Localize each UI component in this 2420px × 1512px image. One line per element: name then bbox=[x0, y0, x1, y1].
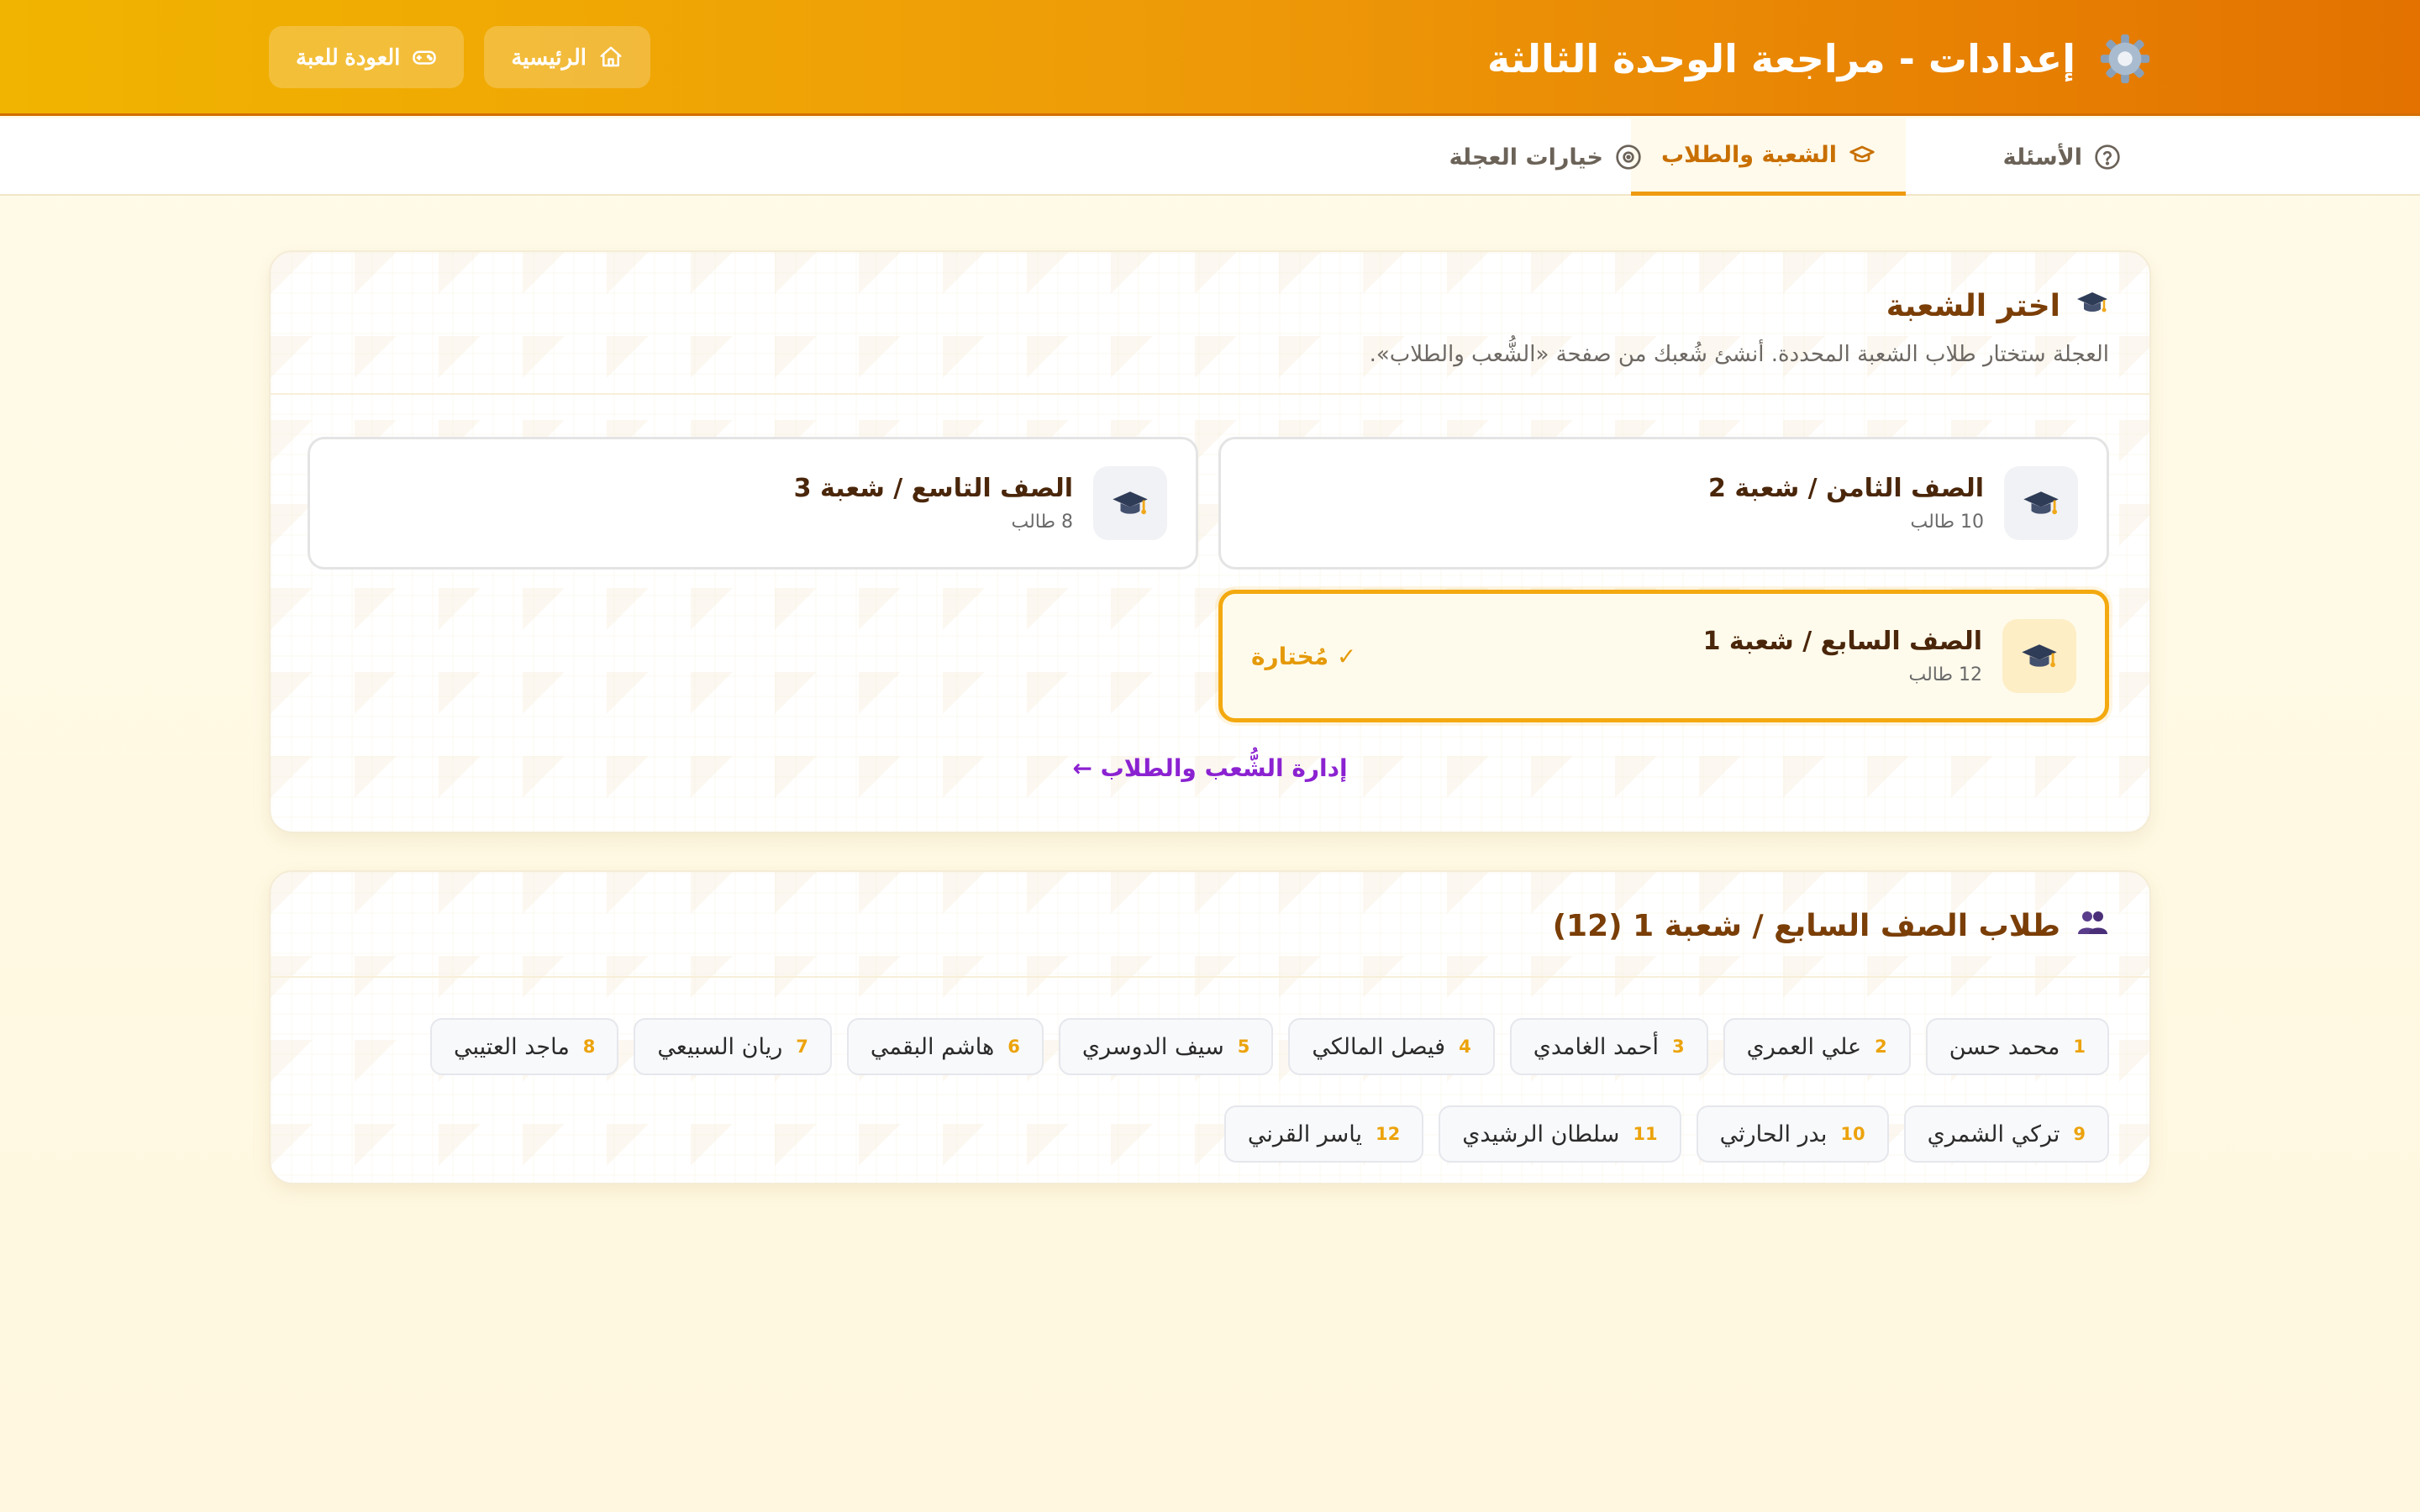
tab-class-students[interactable]: الشعبة والطلاب bbox=[1630, 118, 1906, 196]
student-number: 2 bbox=[1875, 1037, 1887, 1057]
student-number: 7 bbox=[796, 1037, 808, 1057]
student-chip[interactable]: 7 ريان السبيعي bbox=[634, 1018, 832, 1075]
student-name: ماجد العتيبي bbox=[453, 1033, 570, 1060]
student-name: ياسر القرني bbox=[1247, 1121, 1363, 1147]
graduation-cap-icon bbox=[2075, 286, 2109, 327]
student-number: 8 bbox=[582, 1037, 596, 1057]
student-number: 3 bbox=[1672, 1037, 1685, 1057]
home-icon bbox=[600, 46, 622, 67]
student-chip[interactable]: 5 سيف الدوسري bbox=[1058, 1018, 1274, 1075]
top-header: إعدادات - مراجعة الوحدة الثالثة العودة ل… bbox=[0, 0, 2420, 116]
question-circle-icon bbox=[2095, 144, 2120, 170]
student-number: 6 bbox=[1007, 1037, 1020, 1057]
student-chip[interactable]: 1 محمد حسن bbox=[1925, 1018, 2109, 1075]
student-chip[interactable]: 2 علي العمري bbox=[1723, 1018, 1911, 1075]
header-actions: العودة للعبة الرئيسية bbox=[269, 26, 650, 88]
students-card-title: طلاب الصف السابع / شعبة 1 (12) bbox=[311, 906, 2109, 947]
student-name: أحمد الغامدي bbox=[1533, 1033, 1659, 1060]
home-label: الرئيسية bbox=[511, 44, 587, 70]
gamepad-icon bbox=[413, 50, 437, 65]
page-title: إعدادات - مراجعة الوحدة الثالثة bbox=[1487, 36, 2075, 81]
class-option-grade7[interactable]: الصف السابع / شعبة 1 12 طالب ✓ مُختارة bbox=[1218, 590, 2109, 722]
student-chip[interactable]: 3 أحمد الغامدي bbox=[1509, 1018, 1708, 1075]
class-name: الصف التاسع / شعبة 3 bbox=[793, 474, 1073, 503]
class-option-grade8[interactable]: الصف الثامن / شعبة 2 10 طالب bbox=[1218, 437, 2109, 570]
tab-wheel-options-label: خيارات العجلة bbox=[1449, 144, 1603, 171]
class-select-card: اختر الشعبة العجلة ستختار طلاب الشعبة ال… bbox=[269, 250, 2151, 833]
class-student-count: 10 طالب bbox=[1910, 512, 1984, 533]
graduation-cap-icon bbox=[2002, 619, 2076, 693]
tab-class-students-label: الشعبة والطلاب bbox=[1660, 142, 1837, 168]
class-card-subtitle: العجلة ستختار طلاب الشعبة المحددة. أنشئ … bbox=[1369, 342, 2109, 367]
student-chip[interactable]: 8 ماجد العتيبي bbox=[429, 1018, 619, 1075]
class-option-text: الصف التاسع / شعبة 3 8 طالب bbox=[794, 474, 1073, 533]
student-chip[interactable]: 6 هاشم البقمي bbox=[846, 1018, 1044, 1075]
class-student-count: 8 طالب bbox=[1011, 512, 1073, 533]
graduation-cap-icon bbox=[1849, 145, 1875, 162]
class-card-title-text: اختر الشعبة bbox=[1886, 289, 2060, 323]
users-icon bbox=[2075, 906, 2109, 947]
class-option-grade9[interactable]: الصف التاسع / شعبة 3 8 طالب bbox=[308, 437, 1198, 570]
graduation-cap-icon bbox=[1093, 466, 1167, 540]
student-name: هاشم البقمي bbox=[870, 1033, 995, 1060]
graduation-cap-icon bbox=[2004, 466, 2078, 540]
student-chip[interactable]: 4 فيصل المالكي bbox=[1288, 1018, 1495, 1075]
wheel-icon bbox=[1616, 144, 1641, 170]
student-name: محمد حسن bbox=[1949, 1033, 2060, 1060]
back-to-game-label: العودة للعبة bbox=[296, 44, 401, 70]
class-card-title: اختر الشعبة bbox=[311, 286, 2109, 327]
tab-questions-label: الأسئلة bbox=[2002, 144, 2082, 171]
tab-wheel-options[interactable]: خيارات العجلة bbox=[1419, 118, 1672, 196]
settings-tabs: الأسئلة الشعبة والطلاب خيارات العجلة bbox=[0, 118, 2420, 196]
class-student-count: 12 طالب bbox=[1908, 664, 1982, 685]
class-card-header: اختر الشعبة العجلة ستختار طلاب الشعبة ال… bbox=[271, 252, 2149, 395]
home-button[interactable]: الرئيسية bbox=[484, 26, 650, 88]
selected-badge: ✓ مُختارة bbox=[1251, 642, 1357, 670]
class-name: الصف الثامن / شعبة 2 bbox=[1708, 474, 1984, 503]
student-number: 10 bbox=[1840, 1124, 1865, 1144]
class-option-text: الصف الثامن / شعبة 2 10 طالب bbox=[1708, 474, 1984, 533]
students-card-header: طلاب الصف السابع / شعبة 1 (12) bbox=[271, 872, 2149, 978]
student-number: 11 bbox=[1633, 1124, 1658, 1144]
student-number: 9 bbox=[2073, 1124, 2086, 1144]
gear-icon bbox=[2099, 33, 2151, 85]
student-chip[interactable]: 9 تركي الشمري bbox=[1903, 1105, 2109, 1163]
student-name: فيصل المالكي bbox=[1312, 1033, 1446, 1060]
student-name: سلطان الرشيدي bbox=[1462, 1121, 1620, 1147]
tab-questions[interactable]: الأسئلة bbox=[1973, 118, 2151, 196]
class-name: الصف السابع / شعبة 1 bbox=[1702, 627, 1982, 656]
student-chip[interactable]: 12 ياسر القرني bbox=[1223, 1105, 1424, 1163]
student-number: 4 bbox=[1459, 1037, 1471, 1057]
students-card: طلاب الصف السابع / شعبة 1 (12) 1 محمد حسن… bbox=[269, 870, 2151, 1184]
manage-classes-link[interactable]: إدارة الشُّعب والطلاب ← bbox=[271, 754, 2149, 782]
student-number: 5 bbox=[1237, 1037, 1250, 1057]
student-name: تركي الشمري bbox=[1927, 1121, 2060, 1147]
student-name: ريان السبيعي bbox=[657, 1033, 783, 1060]
student-name: علي العمري bbox=[1746, 1033, 1862, 1060]
student-name: سيف الدوسري bbox=[1081, 1033, 1224, 1060]
student-chip[interactable]: 10 بدر الحارثي bbox=[1696, 1105, 1889, 1163]
student-name: بدر الحارثي bbox=[1719, 1121, 1828, 1147]
student-number: 1 bbox=[2073, 1037, 2086, 1057]
student-number: 12 bbox=[1376, 1124, 1401, 1144]
student-chip[interactable]: 11 سلطان الرشيدي bbox=[1439, 1105, 1681, 1163]
students-card-title-text: طلاب الصف السابع / شعبة 1 (12) bbox=[1552, 909, 2060, 943]
class-option-text: الصف السابع / شعبة 1 12 طالب bbox=[1703, 627, 1982, 685]
header-title-group: إعدادات - مراجعة الوحدة الثالثة bbox=[1487, 25, 2151, 92]
students-list: 1 محمد حسن 2 علي العمري 3 أحمد الغامدي 4 فيص… bbox=[271, 978, 2149, 1183]
back-to-game-button[interactable]: العودة للعبة bbox=[269, 26, 465, 88]
